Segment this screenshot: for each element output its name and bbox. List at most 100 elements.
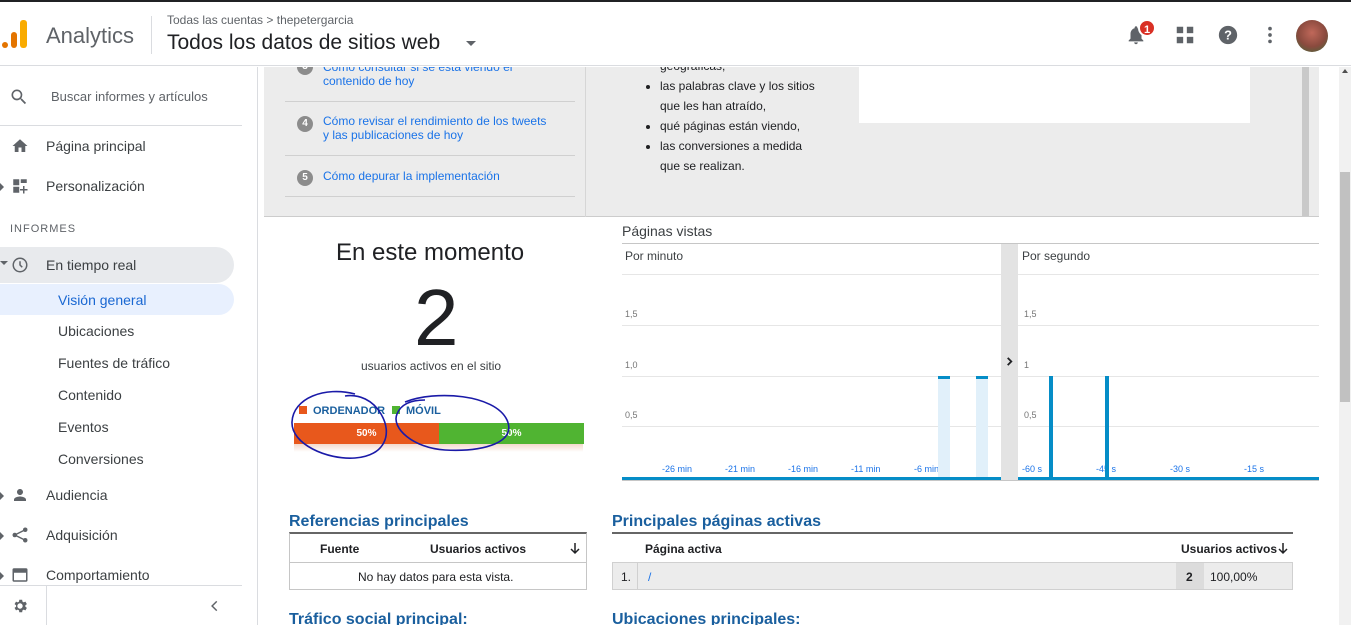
x-tick-label: -15 s (1244, 464, 1265, 474)
report-content: 3 Cómo consultar si se está viendo el co… (259, 67, 1339, 625)
active-users-count: 2 (414, 273, 459, 362)
hand-drawn-annotation (291, 390, 510, 459)
sidebar-subitem-label: Visión general (58, 292, 147, 308)
sidebar-subitem-conversions[interactable]: Conversiones (0, 444, 234, 474)
help-panel-divider (585, 67, 586, 217)
gridline (1018, 426, 1319, 427)
sidebar-subitem-traffic-sources[interactable]: Fuentes de tráfico (0, 348, 234, 378)
x-tick-label: -60 s (1022, 464, 1043, 474)
sidebar-subitem-overview[interactable]: Visión general (0, 284, 234, 315)
col-active-page[interactable]: Página activa (645, 542, 722, 556)
help-step-5[interactable]: 5 Cómo depurar la implementación (285, 157, 575, 197)
search-icon[interactable] (9, 87, 29, 107)
sidebar-footer (0, 585, 242, 625)
view-selector[interactable]: Todos los datos de sitios web (167, 31, 440, 55)
sidebar-subitem-label: Eventos (58, 419, 109, 435)
caret-down-icon[interactable] (466, 41, 476, 46)
help-steps: 3 Cómo consultar si se está viendo el co… (264, 67, 585, 217)
per-second-chart: Por segundo 0,5 1 1,5 -60 s -45 s -30 s -15 s (1018, 244, 1319, 480)
step-link[interactable]: Cómo revisar el rendimiento de los tweet… (323, 114, 553, 142)
active-pages-title[interactable]: Principales páginas activas (612, 513, 821, 531)
bar[interactable] (976, 376, 988, 379)
analytics-logo-icon[interactable] (2, 20, 28, 50)
sidebar-item-customization[interactable]: Personalización (0, 170, 242, 202)
apps-grid-icon[interactable] (1174, 24, 1196, 46)
step-link[interactable]: Cómo depurar la implementación (323, 169, 553, 183)
help-bullet-list: las palabras clave y los sitios que les … (646, 76, 816, 176)
bar[interactable] (938, 376, 950, 379)
bullet-continuation: geográficas, (660, 67, 830, 76)
pageviews-chart: Por minuto 0,5 1,0 1,5 -26 min -21 min -16 mi… (622, 244, 1319, 481)
referrals-title[interactable]: Referencias principales (289, 513, 469, 531)
expand-arrow-icon (0, 572, 4, 580)
x-tick-label: -26 min (662, 464, 693, 474)
y-tick-label: 0,5 (1024, 410, 1037, 420)
header-divider (151, 16, 152, 54)
sidebar-item-acquisition[interactable]: Adquisición (0, 519, 242, 551)
bar-highlight (976, 376, 988, 477)
social-traffic-title[interactable]: Tráfico social principal: (289, 611, 468, 625)
chevron-right-icon[interactable] (1005, 357, 1014, 366)
sidebar: Buscar informes y artículos Página princ… (0, 67, 258, 625)
sidebar-item-realtime[interactable]: En tiempo real (0, 247, 234, 283)
sidebar-subitem-content[interactable]: Contenido (0, 380, 234, 410)
home-icon (12, 139, 28, 152)
sidebar-subitem-label: Ubicaciones (58, 323, 135, 339)
bar[interactable] (1105, 376, 1109, 480)
avatar[interactable] (1296, 20, 1328, 52)
y-tick-label: 1,5 (1024, 309, 1037, 319)
empty-message: No hay datos para esta vista. (358, 570, 514, 584)
notification-badge: 1 (1138, 19, 1156, 37)
help-step-3[interactable]: 3 Cómo consultar si se está viendo el co… (285, 67, 575, 102)
help-step-4[interactable]: 4 Cómo revisar el rendimiento de los twe… (285, 103, 575, 156)
help-icon[interactable]: ? (1217, 24, 1239, 46)
row-percent: 100,00% (1210, 570, 1258, 584)
sidebar-subitem-locations[interactable]: Ubicaciones (0, 316, 234, 346)
col-source[interactable]: Fuente (320, 542, 359, 556)
step-number-badge: 5 (297, 170, 313, 186)
person-icon (14, 489, 26, 501)
sidebar-subitem-events[interactable]: Eventos (0, 412, 234, 442)
search-input[interactable]: Buscar informes y artículos (51, 89, 208, 104)
sidebar-item-label: En tiempo real (46, 257, 137, 273)
x-tick-label: -16 min (788, 464, 819, 474)
sidebar-item-home[interactable]: Página principal (0, 130, 242, 162)
table-row[interactable]: 1. / 2 100,00% (612, 562, 1293, 590)
col-active-users[interactable]: Usuarios activos (430, 542, 526, 556)
scroll-thumb[interactable] (1340, 172, 1350, 402)
chart-splitter[interactable] (1001, 244, 1018, 480)
sidebar-item-audience[interactable]: Audiencia (0, 479, 242, 511)
help-media-placeholder (859, 67, 1250, 123)
breadcrumb[interactable]: Todas las cuentas > thepetergarcia (167, 13, 353, 27)
scroll-up-arrow-icon[interactable] (1342, 69, 1348, 73)
bar[interactable] (1049, 376, 1053, 480)
per-minute-label: Por minuto (625, 249, 684, 263)
sort-down-icon[interactable] (1278, 543, 1288, 555)
help-panel-scrollbar[interactable] (1302, 67, 1309, 216)
per-minute-chart: Por minuto 0,5 1,0 1,5 -26 min -21 min -16 mi… (622, 244, 1001, 480)
sidebar-item-label: Comportamiento (46, 567, 150, 583)
referrals-table: Fuente Usuarios activos No hay datos par… (289, 532, 587, 590)
page-scrollbar[interactable] (1339, 67, 1351, 625)
col-active-users[interactable]: Usuarios activos (1181, 542, 1277, 556)
cell-divider (637, 563, 638, 589)
help-bullet: las palabras clave y los sitios que les … (660, 76, 816, 116)
top-locations-title[interactable]: Ubicaciones principales: (612, 611, 801, 625)
gridline (1018, 325, 1319, 326)
sidebar-subitem-label: Fuentes de tráfico (58, 355, 171, 371)
page-link[interactable]: / (648, 570, 651, 584)
sidebar-item-label: Adquisición (46, 527, 118, 543)
app-name[interactable]: Analytics (46, 23, 134, 49)
expand-arrow-icon (0, 183, 4, 191)
gear-icon[interactable] (11, 597, 29, 615)
row-users: 2 (1186, 570, 1193, 584)
acquisition-icon (12, 527, 28, 543)
more-vert-icon[interactable] (1259, 24, 1281, 46)
chevron-left-icon[interactable] (208, 599, 222, 613)
sort-down-icon[interactable] (570, 543, 580, 555)
step-link[interactable]: Cómo consultar si se está viendo el cont… (323, 67, 553, 88)
per-second-label: Por segundo (1022, 249, 1091, 263)
dashboard-icon (13, 179, 28, 194)
sidebar-subitem-label: Contenido (58, 387, 122, 403)
gridline (1018, 376, 1319, 377)
